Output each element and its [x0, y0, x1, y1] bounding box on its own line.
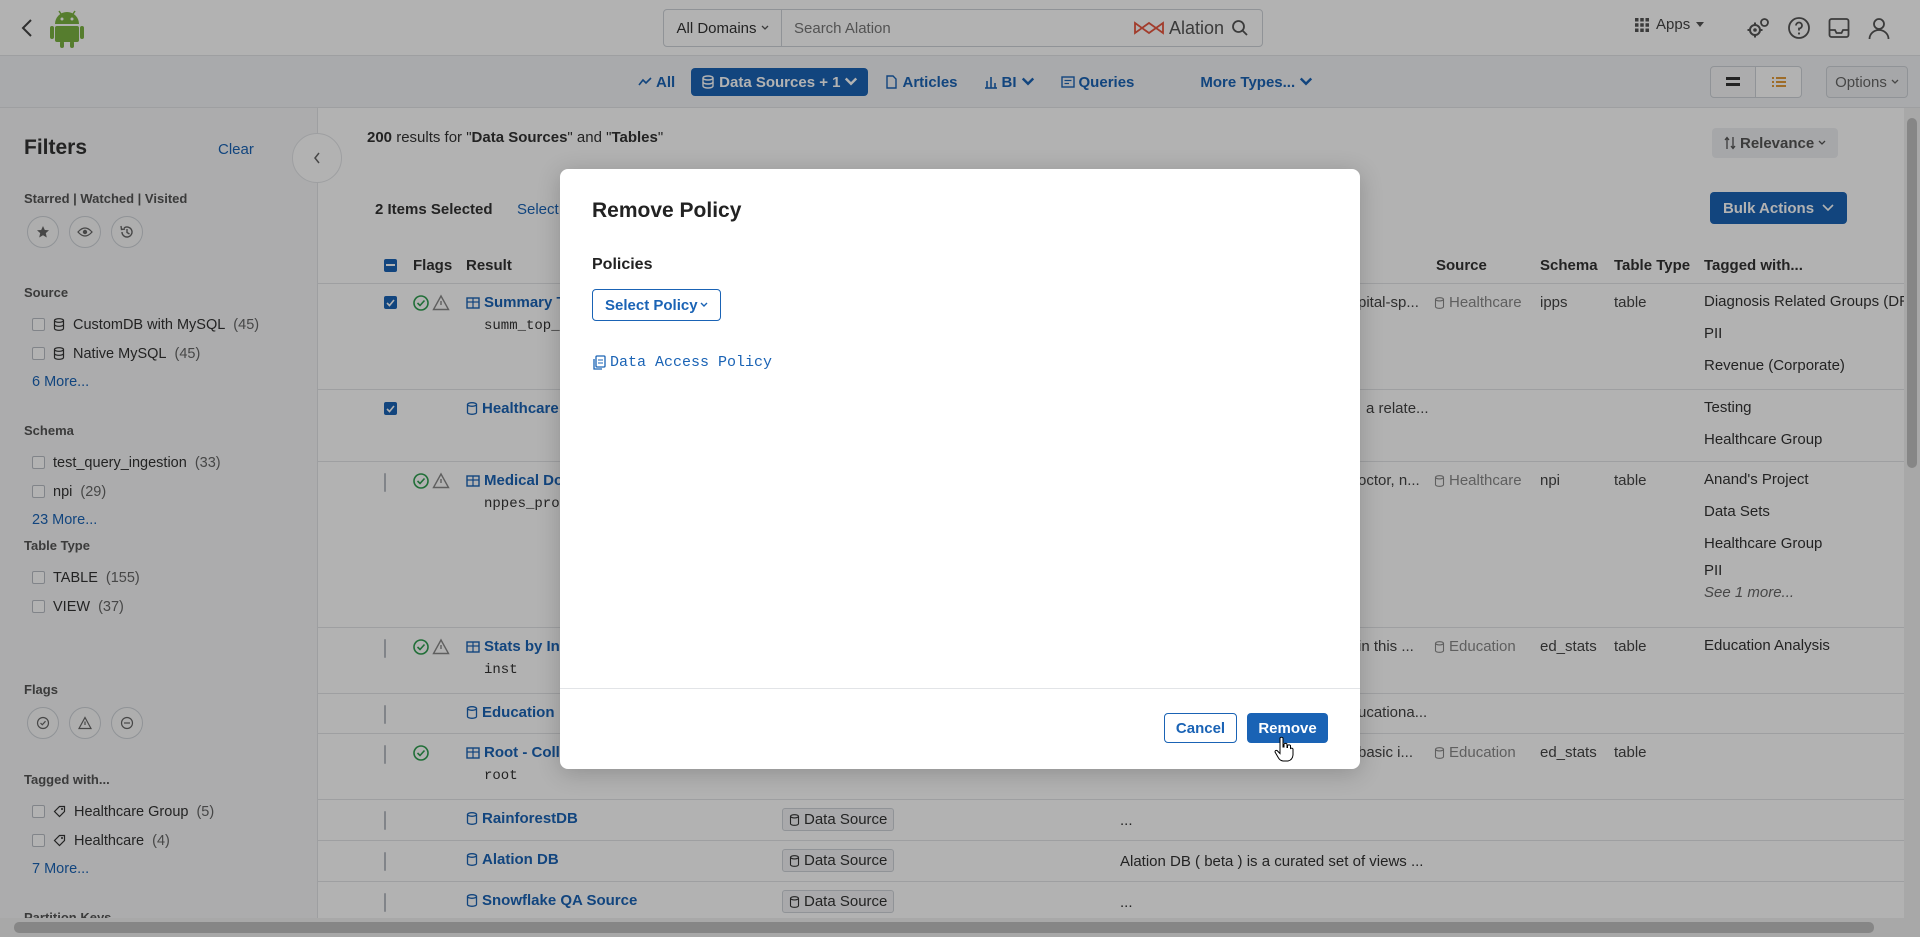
- dialog-title: Remove Policy: [592, 199, 742, 222]
- hand-pointer-cursor-icon: [1274, 736, 1294, 762]
- policy-name: Data Access Policy: [610, 354, 773, 371]
- policy-item[interactable]: Data Access Policy: [592, 354, 772, 371]
- select-policy-label: Select Policy: [605, 296, 698, 314]
- chevron-down-icon: [700, 302, 708, 308]
- policy-icon: [592, 355, 606, 370]
- cancel-button[interactable]: Cancel: [1164, 713, 1237, 743]
- policies-label: Policies: [592, 256, 653, 273]
- select-policy-dropdown[interactable]: Select Policy: [592, 289, 721, 321]
- dialog-footer: Cancel Remove: [560, 688, 1360, 769]
- remove-policy-dialog: Remove Policy Policies Select Policy Dat…: [560, 169, 1360, 769]
